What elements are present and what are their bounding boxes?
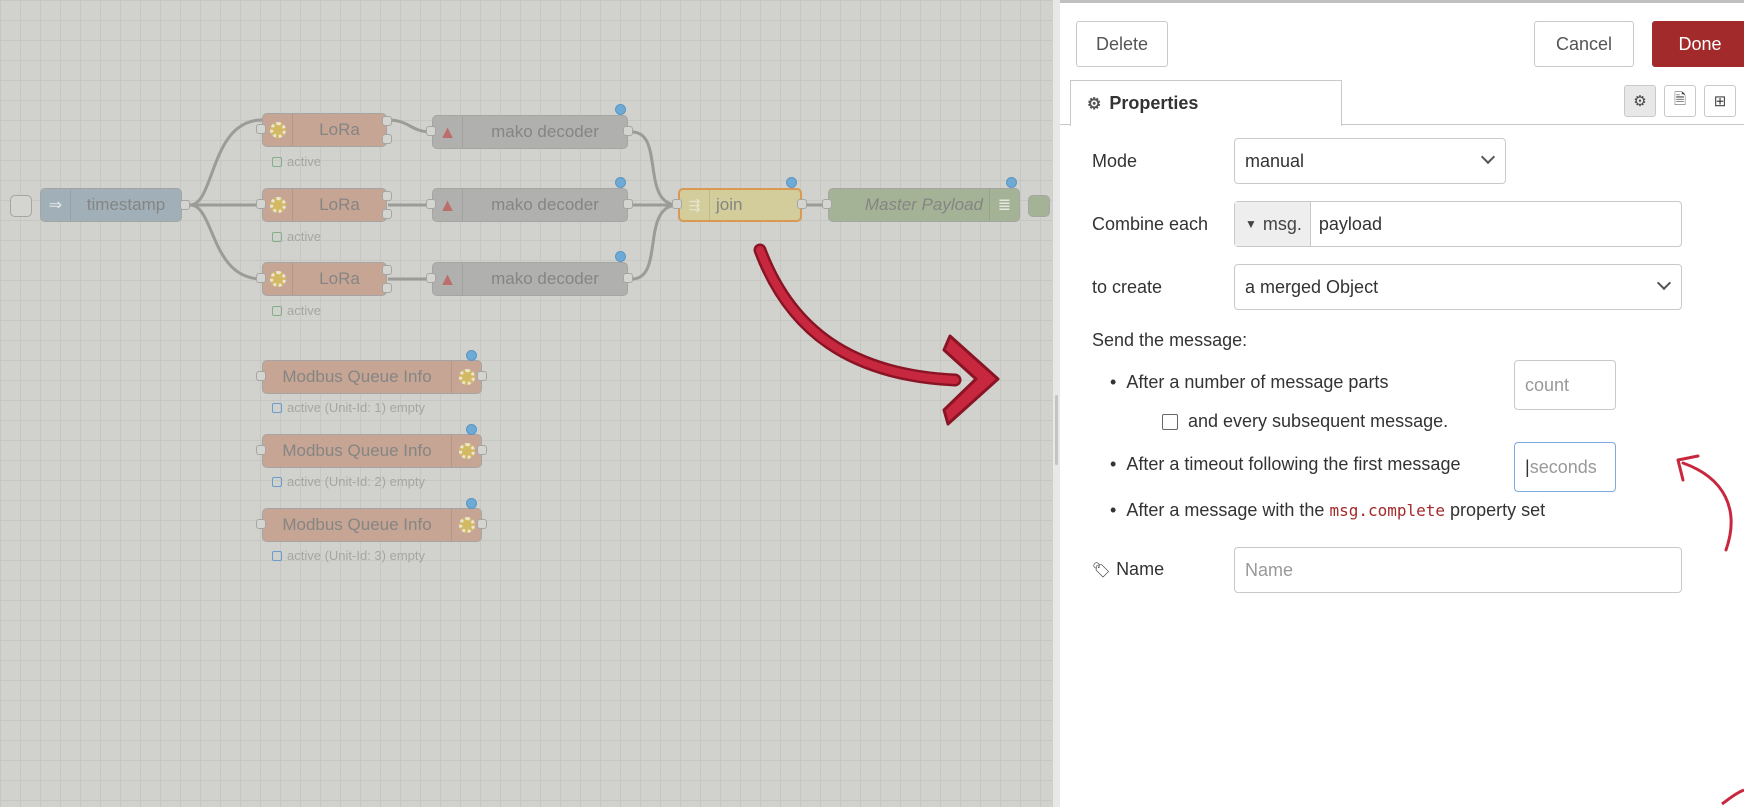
- hierarchy-icon[interactable]: ⊞: [1704, 85, 1736, 117]
- caret-down-icon: ▼: [1245, 217, 1257, 231]
- code-text: msg.complete: [1329, 501, 1446, 520]
- placeholder: count: [1525, 374, 1570, 395]
- seconds-input[interactable]: | seconds: [1514, 442, 1616, 492]
- node-editor-panel: Delete Cancel Done ⚙ Properties ⚙ 🗎 ⊞ Mo…: [1060, 0, 1744, 807]
- create-value: a merged Object: [1245, 276, 1379, 297]
- name-label: 🏷 Name: [1092, 559, 1164, 580]
- bullet-text: After a timeout following the first mess…: [1126, 454, 1461, 474]
- name-input[interactable]: Name: [1234, 547, 1682, 593]
- done-button[interactable]: Done: [1652, 21, 1744, 67]
- delete-button[interactable]: Delete: [1076, 21, 1168, 67]
- tab-label: Properties: [1109, 93, 1199, 113]
- mode-label: Mode: [1092, 151, 1138, 171]
- bullet-parts: • After a number of message parts: [1110, 372, 1389, 392]
- create-label: to create: [1092, 277, 1163, 297]
- cancel-button[interactable]: Cancel: [1534, 21, 1634, 67]
- label-text: Name: [1116, 559, 1165, 579]
- panel-splitter[interactable]: [1052, 0, 1060, 807]
- combine-label: Combine each: [1092, 214, 1209, 234]
- chevron-down-icon: [1656, 275, 1672, 291]
- tag-icon: 🏷: [1092, 562, 1112, 579]
- mode-select[interactable]: manual: [1234, 138, 1506, 184]
- subsequent-checkbox[interactable]: [1162, 414, 1178, 430]
- count-input[interactable]: count: [1514, 360, 1616, 410]
- bullet-timeout: • After a timeout following the first me…: [1110, 454, 1461, 474]
- placeholder: seconds: [1529, 456, 1597, 477]
- type-label: msg.: [1262, 213, 1302, 234]
- bullet-complete: • After a message with the msg.complete …: [1110, 500, 1546, 520]
- subsequent-label: and every subsequent message.: [1188, 411, 1449, 431]
- msg-type-selector[interactable]: ▼ msg.: [1235, 202, 1311, 246]
- bullet-text: property set: [1450, 500, 1546, 520]
- splitter-grip[interactable]: [1055, 395, 1058, 465]
- editor-tabs: ⚙ Properties ⚙ 🗎 ⊞: [1060, 77, 1744, 126]
- canvas-dim-overlay: [0, 0, 1052, 807]
- placeholder: Name: [1245, 559, 1294, 580]
- gear-icon[interactable]: ⚙: [1624, 85, 1656, 117]
- create-select[interactable]: a merged Object: [1234, 264, 1682, 310]
- send-label: Send the message:: [1092, 330, 1248, 350]
- chevron-down-icon: [1480, 149, 1496, 165]
- combine-typed-input[interactable]: ▼ msg. payload: [1234, 201, 1682, 247]
- tab-properties[interactable]: ⚙ Properties: [1070, 80, 1342, 126]
- gear-icon: ⚙: [1087, 95, 1102, 113]
- bullet-text: After a message with the: [1126, 500, 1325, 520]
- bullet-text: After a number of message parts: [1126, 372, 1389, 392]
- document-icon[interactable]: 🗎: [1664, 85, 1696, 117]
- combine-value: payload: [1318, 213, 1382, 234]
- mode-value: manual: [1245, 150, 1305, 171]
